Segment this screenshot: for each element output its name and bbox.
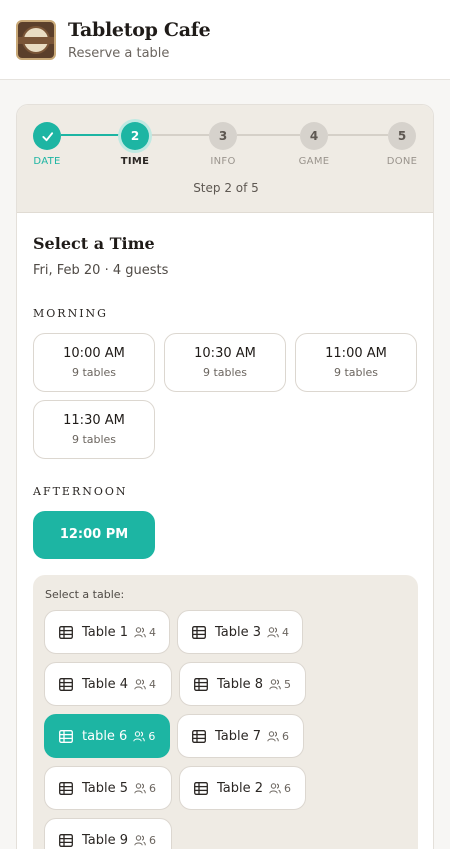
section-title: Select a Time xyxy=(33,234,155,253)
step-label-date: DATE xyxy=(33,156,61,167)
table-capacity: 6 xyxy=(282,729,290,743)
table-option-8[interactable]: Table 8 5 xyxy=(179,662,306,706)
slot-availability: 9 tables xyxy=(71,433,117,446)
table-grid-icon xyxy=(59,729,73,743)
table-capacity: 6 xyxy=(149,833,157,847)
table-name: table 6 xyxy=(82,728,128,744)
check-icon xyxy=(41,131,53,141)
slot-time: 10:30 AM xyxy=(194,346,256,361)
table-name: Table 4 xyxy=(82,676,129,692)
table-name: Table 1 xyxy=(82,624,129,640)
step-label-game: GAME xyxy=(298,156,330,167)
people-icon xyxy=(269,678,281,689)
slot-availability: 9 tables xyxy=(71,366,117,379)
table-name: Table 9 xyxy=(82,832,129,848)
step-label-info: INFO xyxy=(210,156,236,167)
table-name: Table 7 xyxy=(215,728,262,744)
step-label-done: DONE xyxy=(386,156,418,167)
slot-time: 11:30 AM xyxy=(63,413,125,428)
table-option-6[interactable]: table 6 6 xyxy=(44,714,170,758)
people-icon xyxy=(134,626,146,637)
people-icon xyxy=(267,730,279,741)
step-label-time: TIME xyxy=(120,156,150,167)
step-5-circle: 5 xyxy=(388,122,416,150)
step-caption: Step 2 of 5 xyxy=(193,181,259,195)
table-option-9[interactable]: Table 9 6 xyxy=(44,818,172,849)
slot-time: 11:00 AM xyxy=(325,346,387,361)
table-grid-icon xyxy=(59,781,73,795)
people-icon xyxy=(133,730,146,741)
step-connector xyxy=(149,134,209,136)
table-option-2[interactable]: Table 2 6 xyxy=(179,766,306,810)
step-connector xyxy=(328,134,388,136)
table-grid-icon xyxy=(59,833,73,847)
step-connector xyxy=(237,134,300,136)
slot-time: 12:00 PM xyxy=(59,527,129,542)
reservation-summary: Fri, Feb 20 · 4 guests xyxy=(33,263,169,278)
reservation-card: 2 3 4 5 DATE TIME INFO GAME DONE Step 2 … xyxy=(16,104,434,849)
table-name: Table 5 xyxy=(82,780,129,796)
table-grid-icon xyxy=(194,677,208,691)
time-slot-1100[interactable]: 11:00 AM 9 tables xyxy=(295,333,417,392)
table-option-7[interactable]: Table 7 6 xyxy=(177,714,304,758)
step-3-circle: 3 xyxy=(209,122,237,150)
table-grid-icon xyxy=(59,625,73,639)
table-capacity: 6 xyxy=(148,729,156,743)
table-name: Table 2 xyxy=(217,780,264,796)
table-capacity: 4 xyxy=(282,625,290,639)
table-capacity: 4 xyxy=(149,625,157,639)
cafe-logo-icon xyxy=(16,20,56,60)
table-capacity: 6 xyxy=(149,781,157,795)
table-grid-icon xyxy=(59,677,73,691)
app-subtitle: Reserve a table xyxy=(68,46,170,61)
table-grid-icon xyxy=(192,625,206,639)
time-slot-1000[interactable]: 10:00 AM 9 tables xyxy=(33,333,155,392)
table-option-4[interactable]: Table 4 4 xyxy=(44,662,172,706)
step-1-circle xyxy=(33,122,61,150)
step-connector xyxy=(61,134,121,136)
step-2-circle: 2 xyxy=(121,122,149,150)
table-selector-panel: Select a table: Table 1 4 Table 3 4 Tabl… xyxy=(33,575,418,849)
time-slot-1030[interactable]: 10:30 AM 9 tables xyxy=(164,333,286,392)
people-icon xyxy=(134,834,146,845)
slot-availability: 9 tables xyxy=(202,366,248,379)
people-icon xyxy=(269,782,281,793)
people-icon xyxy=(134,678,146,689)
people-icon xyxy=(267,626,279,637)
afternoon-heading: AFTERNOON xyxy=(33,485,128,498)
table-capacity: 4 xyxy=(149,677,157,691)
app-title: Tabletop Cafe xyxy=(68,19,211,41)
step-4-circle: 4 xyxy=(300,122,328,150)
table-name: Table 3 xyxy=(215,624,262,640)
table-option-5[interactable]: Table 5 6 xyxy=(44,766,172,810)
morning-heading: MORNING xyxy=(33,307,108,320)
table-grid-icon xyxy=(194,781,208,795)
progress-stepper: 2 3 4 5 DATE TIME INFO GAME DONE Step 2 … xyxy=(17,105,433,213)
table-name: Table 8 xyxy=(217,676,264,692)
app-header: Tabletop Cafe Reserve a table xyxy=(0,0,450,80)
table-option-3[interactable]: Table 3 4 xyxy=(177,610,303,654)
people-icon xyxy=(134,782,146,793)
table-selector-label: Select a table: xyxy=(45,588,125,601)
slot-time: 10:00 AM xyxy=(63,346,125,361)
table-grid-icon xyxy=(192,729,206,743)
slot-availability: 9 tables xyxy=(333,366,379,379)
time-slot-1130[interactable]: 11:30 AM 9 tables xyxy=(33,400,155,459)
table-capacity: 6 xyxy=(284,781,292,795)
table-capacity: 5 xyxy=(284,677,292,691)
time-slot-1200[interactable]: 12:00 PM xyxy=(33,511,155,559)
table-option-1[interactable]: Table 1 4 xyxy=(44,610,170,654)
